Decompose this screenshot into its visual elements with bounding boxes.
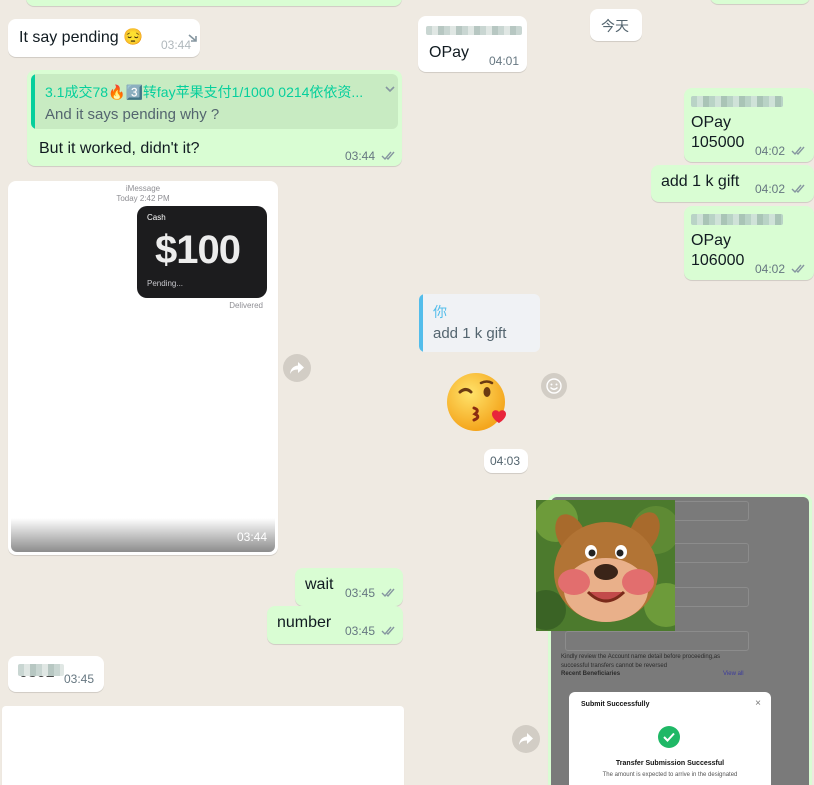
message-time: 03:45 — [64, 672, 95, 686]
message-time: 03:45 — [345, 586, 397, 600]
message-incoming-redacted[interactable]: 0302 03:45 — [8, 656, 104, 692]
message-outgoing-wait[interactable]: wait 03:45 — [295, 568, 403, 606]
message-time: 03:44 — [236, 530, 267, 544]
forward-button[interactable] — [512, 725, 540, 753]
double-check-icon — [791, 146, 805, 156]
close-icon[interactable]: × — [755, 698, 761, 709]
cash-amount: $100 — [155, 228, 241, 272]
message-incoming-image-bottom[interactable] — [2, 706, 404, 785]
kiss-emoji-icon — [447, 373, 506, 431]
quoted-reply-incoming[interactable]: 你 add 1 k gift — [419, 294, 540, 352]
double-check-icon — [381, 151, 395, 161]
modal-title: Submit Successfully — [581, 701, 650, 708]
cartoon-bear-sticker[interactable] — [536, 500, 675, 631]
quote-bar — [31, 74, 35, 129]
redaction-blur — [691, 214, 783, 225]
form-field — [671, 543, 749, 563]
delivered-label: Delivered — [229, 301, 263, 310]
quoted-text: And it says pending why ? — [45, 106, 220, 123]
modal-heading: Transfer Submission Successful — [615, 760, 725, 767]
message-time: 04:01 — [489, 54, 520, 68]
double-check-icon — [791, 264, 805, 274]
message-outgoing-gift[interactable]: add 1 k gift 04:02 — [651, 165, 814, 202]
form-field — [671, 587, 749, 607]
message-outgoing-reply[interactable]: 3.1成交78🔥3️⃣转fay苹果支付1/1000 0214依依资... And… — [27, 70, 402, 166]
smiley-icon — [546, 378, 562, 394]
message-time: 03:45 — [345, 624, 397, 638]
redaction-blur — [18, 664, 64, 676]
forward-button[interactable] — [283, 354, 311, 382]
quote-bar — [419, 294, 423, 352]
chevron-down-icon[interactable] — [383, 82, 397, 96]
message-incoming-pending[interactable]: It say pending 😔 03:44 — [8, 19, 200, 57]
quoted-message[interactable]: 3.1成交78🔥3️⃣转fay苹果支付1/1000 0214依依资... And… — [31, 74, 398, 129]
right-chat-pane: OPay 04:01 今天 OPay 105000 04:02 add 1 k … — [410, 0, 814, 785]
message-line2: 106000 — [691, 252, 745, 269]
forward-icon — [290, 362, 304, 374]
sticker-time-chip: 04:03 — [484, 449, 528, 473]
message-line2: 105000 — [691, 134, 745, 151]
forward-icon — [519, 733, 533, 745]
partial-message-top[interactable] — [710, 0, 810, 4]
message-time: 04:02 — [755, 262, 807, 276]
partial-message-top[interactable] — [26, 0, 402, 6]
quoted-text: add 1 k gift — [433, 325, 507, 342]
kissing-face-emoji[interactable] — [444, 370, 510, 436]
check-circle-icon — [658, 726, 680, 748]
message-text: It say pending 😔 — [19, 29, 143, 46]
react-button[interactable] — [541, 373, 567, 399]
date-chip-label: 今天 — [601, 18, 629, 34]
message-line1: OPay — [691, 232, 732, 249]
form-field — [565, 631, 749, 651]
message-outgoing-opay-106000[interactable]: OPay 106000 04:02 — [684, 206, 814, 280]
modal-text: The amount is expected to arrive in the … — [602, 772, 738, 778]
message-time: 04:02 — [755, 144, 807, 158]
chevron-down-icon[interactable] — [186, 31, 200, 45]
cash-label: Cash — [147, 213, 166, 222]
double-check-icon — [381, 588, 395, 598]
message-text: But it worked, didn't it? — [39, 140, 200, 157]
message-outgoing-number[interactable]: number 03:45 — [267, 606, 403, 644]
success-modal: Submit Successfully × Transfer Submissio… — [569, 692, 771, 785]
message-text: OPay — [429, 44, 470, 61]
quoted-author: 你 — [433, 304, 447, 320]
imessage-label: iMessage — [125, 184, 161, 193]
message-text: number — [277, 614, 332, 631]
message-text: add 1 k gift — [661, 173, 740, 190]
view-all-link[interactable]: View all — [723, 671, 744, 677]
form-field — [671, 501, 749, 521]
redaction-blur — [426, 26, 522, 35]
quoted-header: 3.1成交78🔥3️⃣转fay苹果支付1/1000 0214依依资... — [45, 84, 364, 100]
review-notice: Kindly review the Account name detail be… — [561, 654, 721, 669]
left-chat-pane: It say pending 😔 03:44 3.1成交78🔥3️⃣转fay苹果… — [0, 0, 410, 785]
double-check-icon — [381, 626, 395, 636]
message-time: 04:02 — [755, 182, 807, 196]
message-line1: OPay — [691, 114, 732, 131]
recent-beneficiaries-label: Recent Beneficiaries — [561, 671, 621, 677]
message-time: 03:44 — [345, 149, 397, 163]
date-chip: 今天 — [590, 9, 642, 41]
message-outgoing-opay-105000[interactable]: OPay 105000 04:02 — [684, 88, 814, 162]
image-gradient — [11, 518, 275, 552]
message-text: wait — [305, 576, 334, 593]
redaction-blur — [691, 96, 783, 107]
message-incoming-opay[interactable]: OPay 04:01 — [418, 16, 527, 72]
screenshot-image[interactable]: iMessage Today 2:42 PM Cash $100 Pending… — [11, 184, 275, 552]
message-time: 04:03 — [490, 454, 521, 468]
cash-status: Pending... — [147, 279, 184, 288]
bear-face-icon — [536, 500, 675, 631]
imessage-time: Today 2:42 PM — [116, 194, 170, 203]
double-check-icon — [791, 184, 805, 194]
message-incoming-image[interactable]: iMessage Today 2:42 PM Cash $100 Pending… — [8, 181, 278, 555]
apple-cash-card: Cash $100 Pending... — [137, 206, 267, 298]
